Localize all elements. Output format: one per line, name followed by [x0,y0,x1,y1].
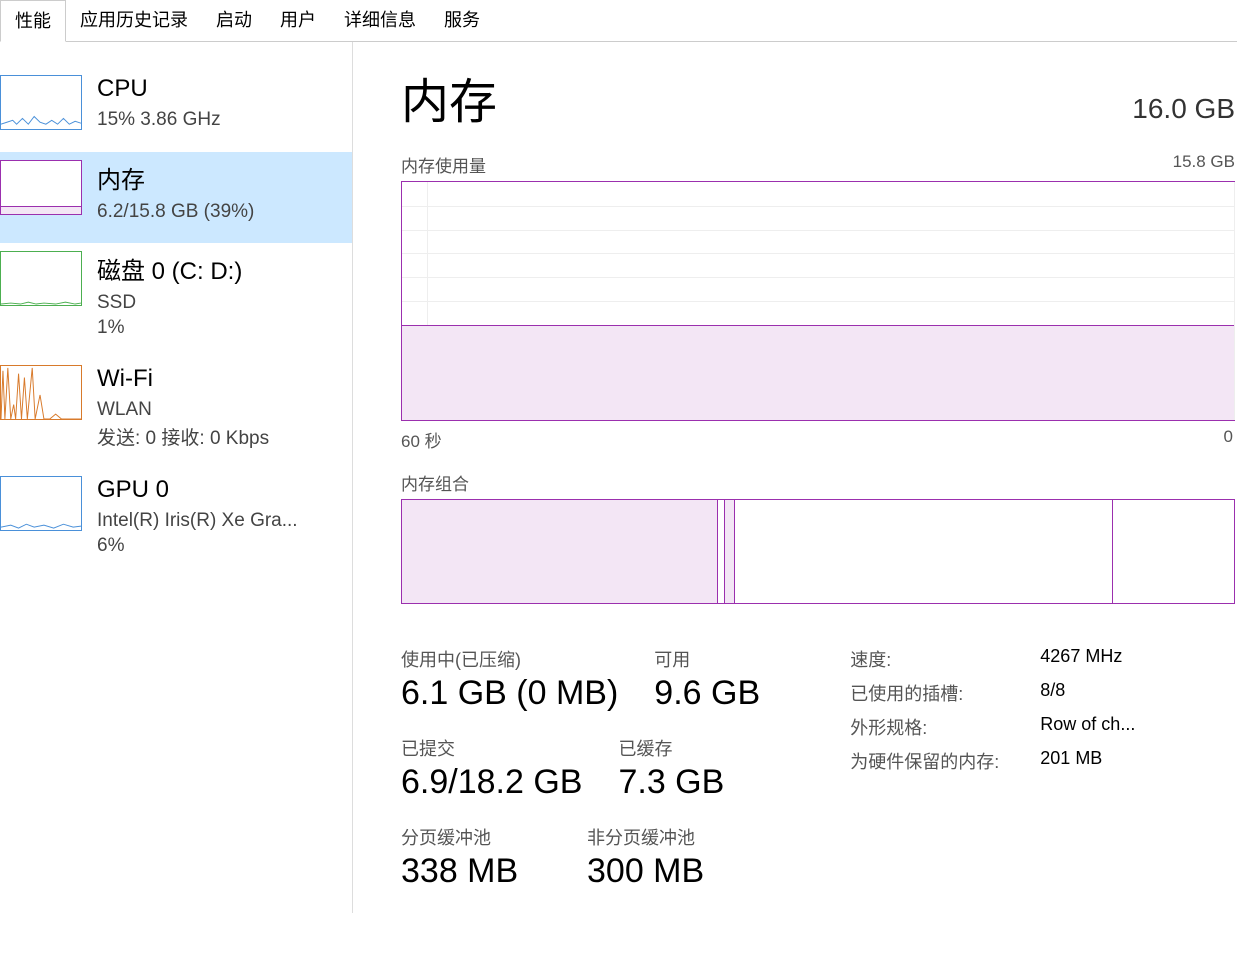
usage-chart-label: 内存使用量 [401,152,486,177]
tab-startup[interactable]: 启动 [202,0,266,41]
nonpaged-value: 300 MB [587,852,737,891]
sidebar: CPU 15% 3.86 GHz 内存 6.2/15.8 GB (39%) 磁盘… [0,42,353,913]
disk-sub2: 1% [97,317,352,339]
speed-value: 4267 MHz [1040,646,1122,672]
composition-label: 内存组合 [401,470,1237,495]
disk-title: 磁盘 0 (C: D:) [97,251,352,286]
disk-thumb-icon [0,251,82,306]
form-label: 外形规格: [850,714,1040,740]
cached-value: 7.3 GB [618,763,768,802]
main-panel: 内存 16.0 GB 内存使用量 15.8 GB 60 秒 0 内存组合 [353,42,1237,913]
slots-label: 已使用的插槽: [850,680,1040,706]
memory-sub: 6.2/15.8 GB (39%) [97,199,352,226]
cpu-title: CPU [97,75,352,103]
in-use-label: 使用中(已压缩) [401,646,618,672]
memory-usage-fill [402,325,1234,420]
disk-sub: SSD [97,290,352,317]
tab-details[interactable]: 详细信息 [330,0,430,41]
committed-value: 6.9/18.2 GB [401,763,582,802]
tab-bar: 性能 应用历史记录 启动 用户 详细信息 服务 [0,0,1237,42]
x-axis-left: 60 秒 [401,427,442,452]
committed-label: 已提交 [401,735,582,761]
comp-seg-gap [718,500,725,603]
slots-value: 8/8 [1040,680,1065,706]
sidebar-item-wifi[interactable]: Wi-Fi WLAN 发送: 0 接收: 0 Kbps [0,357,352,469]
reserved-value: 201 MB [1040,748,1102,774]
memory-title: 内存 [97,160,352,195]
tab-performance[interactable]: 性能 [0,0,66,42]
wifi-thumb-icon [0,365,82,420]
wifi-sub2: 发送: 0 接收: 0 Kbps [97,423,352,450]
form-value: Row of ch... [1040,714,1135,740]
gpu-thumb-icon [0,476,82,531]
usage-chart-max: 15.8 GB [1173,152,1235,177]
nonpaged-label: 非分页缓冲池 [587,824,737,850]
cpu-thumb-icon [0,75,82,130]
sidebar-item-disk[interactable]: 磁盘 0 (C: D:) SSD 1% [0,243,352,357]
tab-services[interactable]: 服务 [430,0,494,41]
available-value: 9.6 GB [654,674,804,713]
sidebar-item-memory[interactable]: 内存 6.2/15.8 GB (39%) [0,152,352,244]
sidebar-item-gpu[interactable]: GPU 0 Intel(R) Iris(R) Xe Gra... 6% [0,468,352,575]
cached-label: 已缓存 [618,735,768,761]
in-use-value: 6.1 GB (0 MB) [401,674,618,713]
gpu-sub: Intel(R) Iris(R) Xe Gra... [97,508,352,535]
reserved-label: 为硬件保留的内存: [850,748,1040,774]
available-label: 可用 [654,646,804,672]
wifi-sub: WLAN [97,397,352,424]
tab-app-history[interactable]: 应用历史记录 [66,0,202,41]
memory-composition-chart[interactable] [401,499,1235,604]
paged-label: 分页缓冲池 [401,824,551,850]
comp-seg-free [1113,500,1234,603]
page-title: 内存 [401,62,497,132]
memory-total: 16.0 GB [1132,93,1235,125]
comp-seg-in-use [402,500,718,603]
sidebar-item-cpu[interactable]: CPU 15% 3.86 GHz [0,67,352,152]
speed-label: 速度: [850,646,1040,672]
gpu-title: GPU 0 [97,476,352,504]
gpu-sub2: 6% [97,535,352,557]
memory-usage-chart[interactable] [401,181,1235,421]
tab-users[interactable]: 用户 [266,0,330,41]
cpu-sub: 15% 3.86 GHz [97,107,352,134]
memory-thumb-icon [0,160,82,215]
wifi-title: Wi-Fi [97,365,352,393]
comp-seg-modified [725,500,735,603]
x-axis-right: 0 [1224,427,1233,452]
paged-value: 338 MB [401,852,551,891]
comp-seg-standby [735,500,1114,603]
